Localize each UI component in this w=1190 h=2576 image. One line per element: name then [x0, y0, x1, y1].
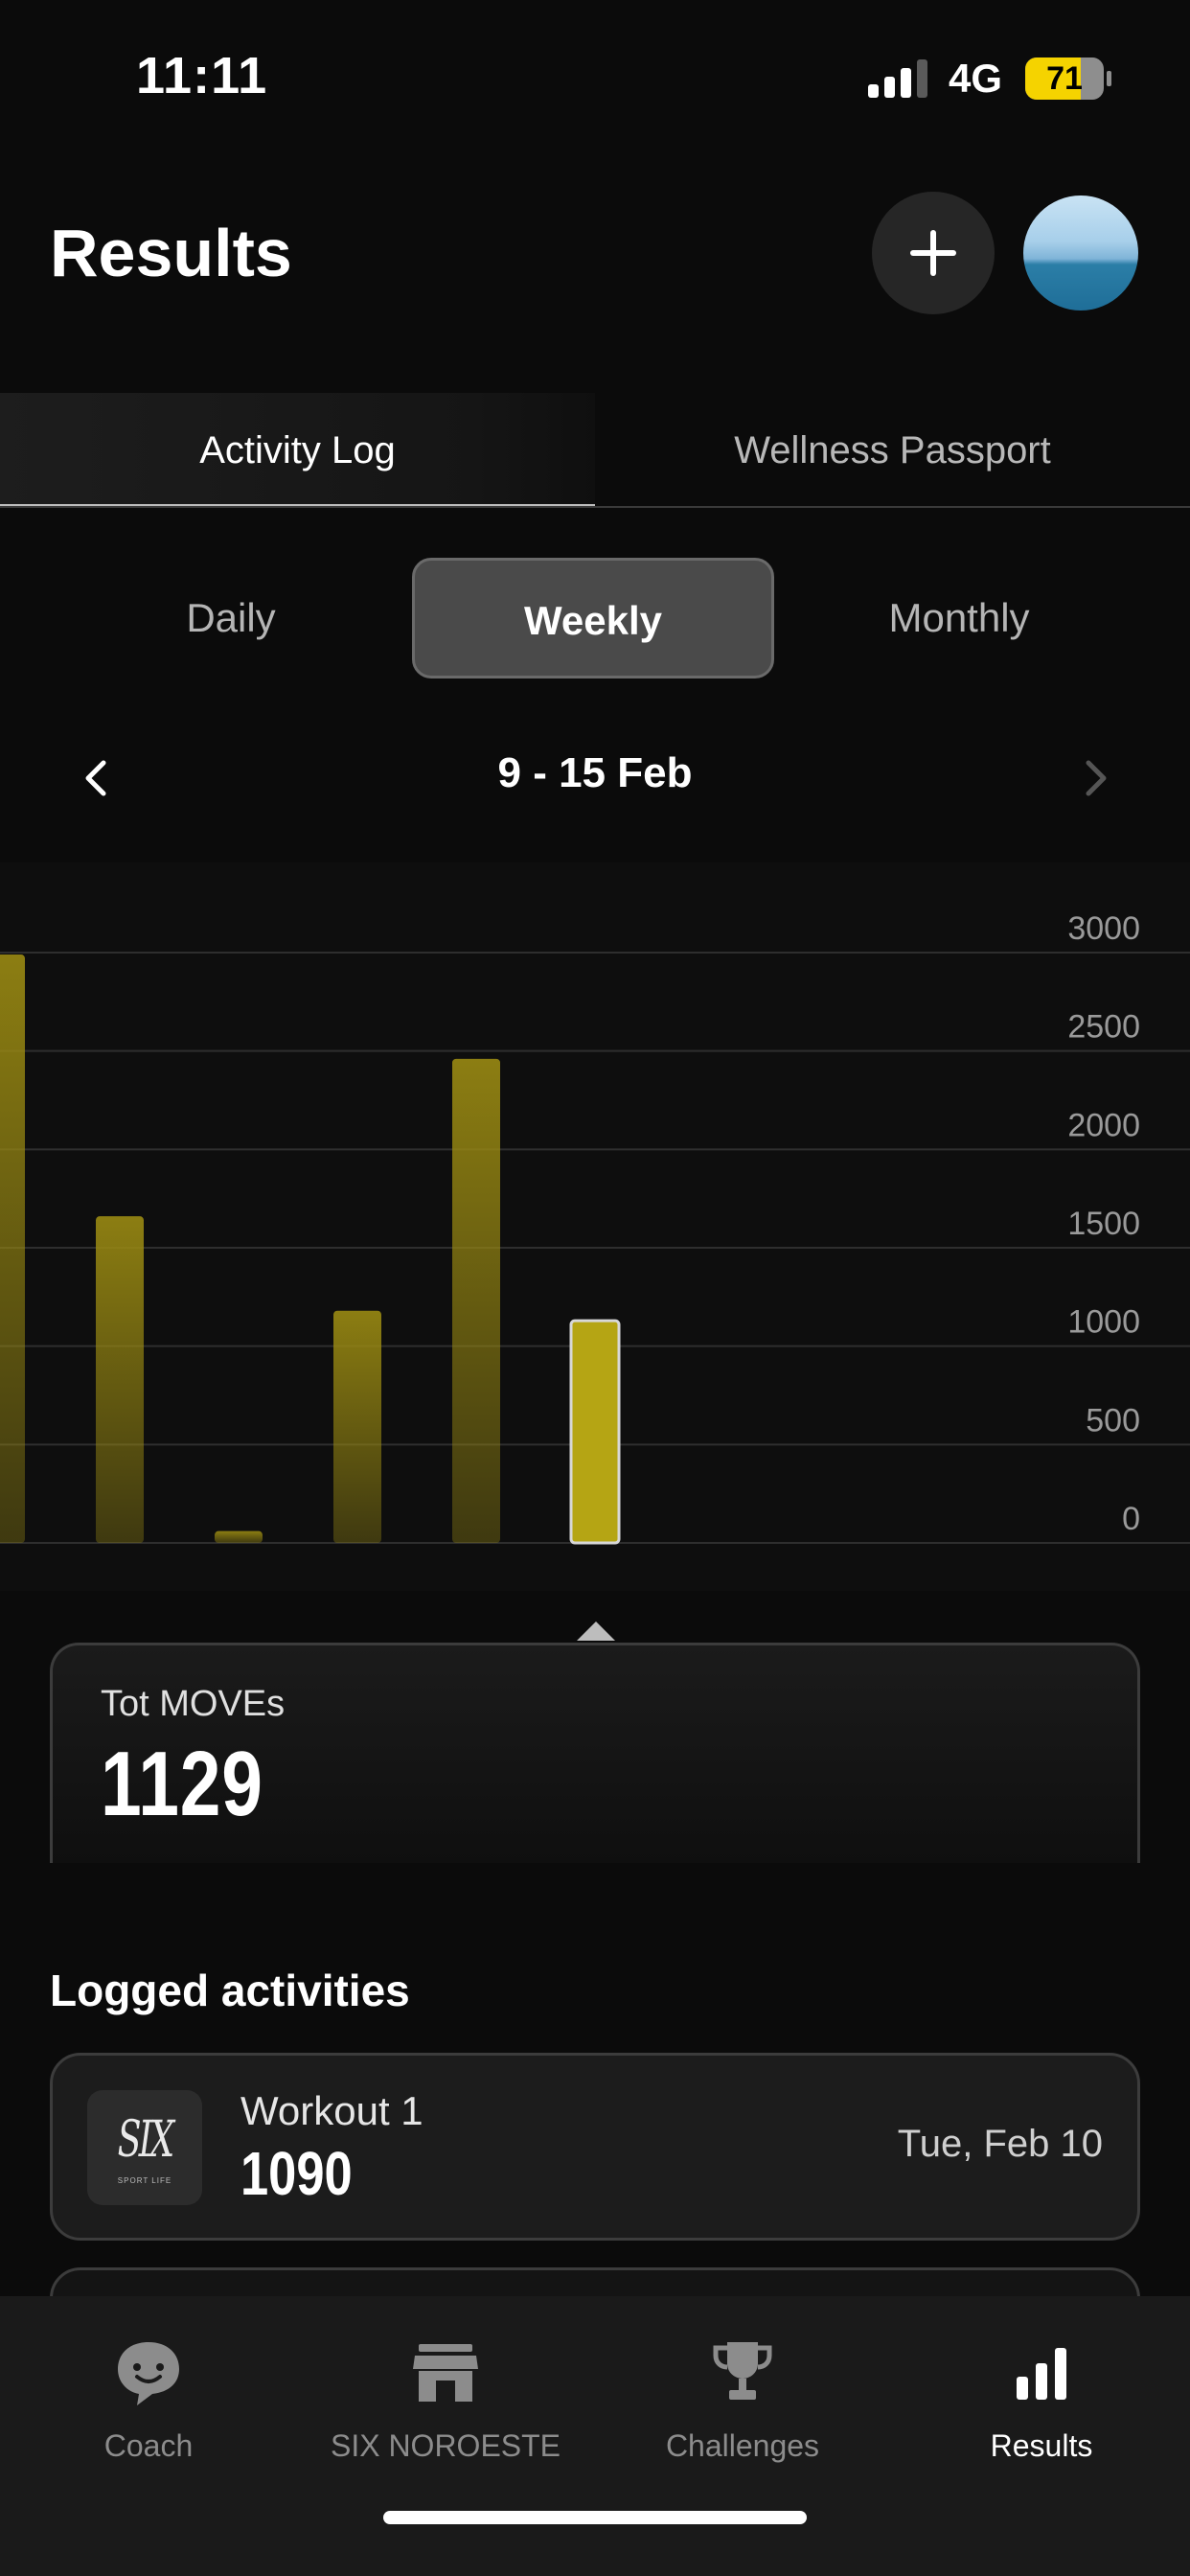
- coach-chat-icon: [118, 2342, 179, 2405]
- nav-results-label: Results: [990, 2428, 1093, 2463]
- y-tick-label: 3000: [1067, 910, 1140, 947]
- y-tick-label: 0: [1122, 1501, 1140, 1537]
- tab-wellness-passport[interactable]: Wellness Passport: [595, 393, 1190, 508]
- logo-text: SIX: [117, 2111, 175, 2169]
- logo-subtext: SPORT LIFE: [117, 2176, 172, 2185]
- network-type: 4G: [949, 56, 1003, 101]
- avatar[interactable]: [1023, 196, 1138, 310]
- trophy-icon: [713, 2342, 772, 2400]
- chart-bar-selected[interactable]: [569, 1319, 621, 1545]
- main-tabs: Activity Log Wellness Passport: [0, 393, 1190, 508]
- y-tick-label: 1500: [1067, 1206, 1140, 1242]
- chart-bar[interactable]: [96, 1216, 144, 1543]
- chart-bar[interactable]: [0, 954, 25, 1543]
- tab-activity-log[interactable]: Activity Log: [0, 393, 595, 508]
- chart-bar[interactable]: [452, 1058, 500, 1543]
- home-indicator: [383, 2511, 807, 2524]
- activity-name: Workout 1: [240, 2088, 423, 2133]
- total-label: Tot MOVEs: [101, 1684, 286, 1724]
- activity-date: Tue, Feb 10: [897, 2123, 1103, 2165]
- nav-coach[interactable]: Coach: [0, 2334, 297, 2497]
- page-title: Results: [50, 216, 292, 290]
- y-tick-label: 1000: [1067, 1304, 1140, 1341]
- chart-bar[interactable]: [333, 1310, 381, 1543]
- tabs-divider: [0, 506, 1190, 508]
- bar-chart-icon: [1017, 2348, 1066, 2400]
- y-tick-label: 2000: [1067, 1107, 1140, 1143]
- period-monthly[interactable]: Monthly: [778, 558, 1140, 678]
- period-daily[interactable]: Daily: [50, 558, 412, 678]
- nav-coach-label: Coach: [103, 2428, 194, 2463]
- y-tick-label: 2500: [1067, 1009, 1140, 1046]
- nav-results[interactable]: Results: [893, 2334, 1190, 2497]
- plus-icon: [910, 230, 956, 276]
- nav-six-noroeste[interactable]: SIX NOROESTE: [297, 2334, 594, 2497]
- nav-challenges[interactable]: Challenges: [594, 2334, 891, 2497]
- total-moves-card: Tot MOVEs 1129: [50, 1643, 1140, 1863]
- bottom-nav: Coach SIX NOROESTE Challenges Results: [0, 2296, 1190, 2576]
- battery-icon: 71: [1025, 58, 1111, 100]
- nav-challenges-label: Challenges: [665, 2428, 820, 2463]
- total-value: 1129: [101, 1733, 263, 1835]
- activity-moves: 1090: [240, 2139, 353, 2208]
- date-range: 9 - 15 Feb: [497, 749, 693, 796]
- weekly-moves-chart: 3000 2500 2000 1500 1000 500 0: [0, 862, 1190, 1591]
- y-tick-label: 500: [1086, 1402, 1140, 1438]
- logged-activities-heading: Logged activities: [50, 1966, 410, 2015]
- chart-bar[interactable]: [215, 1530, 263, 1543]
- selection-pointer-icon: [577, 1622, 615, 1641]
- period-weekly[interactable]: Weekly: [412, 558, 774, 678]
- six-logo-icon: SIX SPORT LIFE: [87, 2090, 202, 2205]
- activity-card[interactable]: SIX SPORT LIFE Workout 1 1090 Tue, Feb 1…: [50, 2053, 1140, 2241]
- signal-icon: [868, 59, 927, 98]
- chevron-left-icon[interactable]: [77, 757, 115, 799]
- store-icon: [413, 2344, 478, 2402]
- battery-percent: 71: [1046, 60, 1083, 97]
- status-time: 11:11: [136, 47, 268, 104]
- chevron-right-icon[interactable]: [1077, 757, 1115, 799]
- add-button[interactable]: [872, 192, 995, 314]
- nav-six-label: SIX NOROESTE: [330, 2428, 561, 2463]
